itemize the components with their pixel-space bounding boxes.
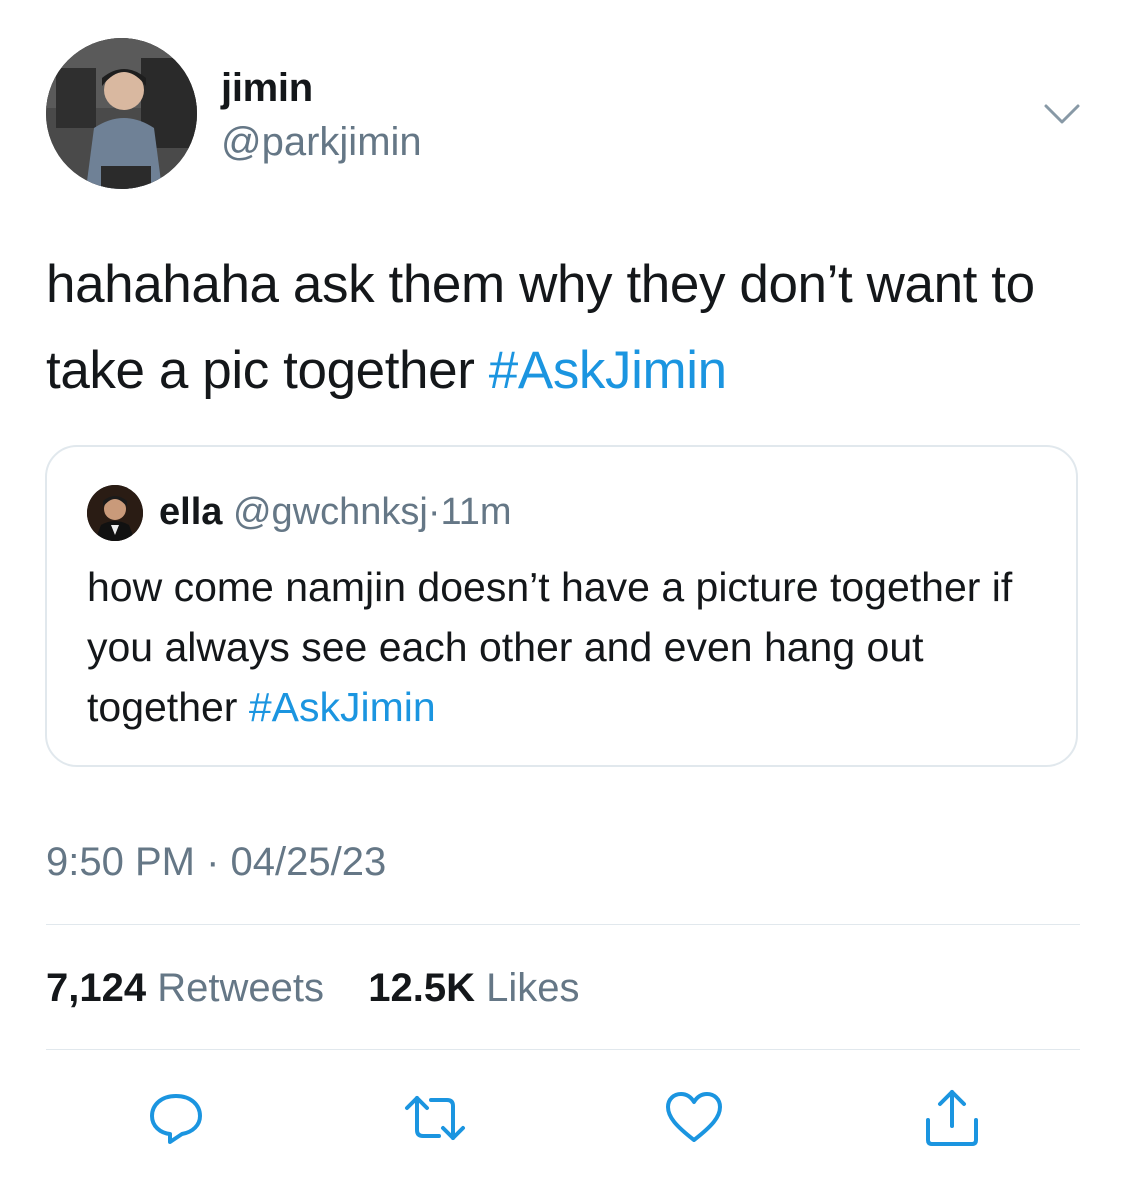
retweets-count: 7,124 (46, 966, 147, 1010)
share-icon[interactable] (920, 1086, 984, 1150)
quoted-text: how come namjin doesn’t have a picture t… (87, 557, 1047, 737)
quoted-tweet[interactable]: ella @gwchnksj·11m how come namjin doesn… (45, 445, 1078, 767)
quoted-handle: @gwchnksj (232, 491, 428, 533)
retweets-label: Retweets (157, 966, 324, 1010)
retweet-icon[interactable] (403, 1086, 467, 1150)
author-handle[interactable]: @parkjimin (221, 118, 422, 166)
quoted-separator: · (427, 491, 441, 533)
author-avatar[interactable] (46, 38, 197, 189)
quoted-display-name: ella (159, 491, 223, 533)
tweet-timestamp: 9:50 PM · 04/25/23 (46, 840, 387, 884)
divider (46, 924, 1080, 925)
quoted-time: 11m (440, 491, 512, 533)
tweet-hashtag[interactable]: #AskJimin (489, 341, 727, 400)
quoted-header: ella @gwchnksj·11m (159, 487, 512, 537)
reply-icon[interactable] (144, 1086, 208, 1150)
likes-stat[interactable]: 12.5K Likes (368, 966, 579, 1010)
quoted-author-avatar (87, 485, 143, 541)
tweet-text: hahahaha ask them why they don’t want to… (46, 242, 1086, 414)
quoted-hashtag[interactable]: #AskJimin (249, 684, 436, 730)
tweet: jimin @parkjimin hahahaha ask them why t… (0, 0, 1125, 1183)
likes-label: Likes (486, 966, 580, 1010)
tweet-stats: 7,124 Retweets 12.5K Likes (46, 960, 580, 1016)
like-icon[interactable] (662, 1086, 726, 1150)
likes-count: 12.5K (368, 966, 475, 1010)
chevron-down-icon[interactable] (1040, 96, 1084, 132)
divider (46, 1049, 1080, 1050)
author-display-name[interactable]: jimin (221, 64, 313, 112)
quoted-body: how come namjin doesn’t have a picture t… (87, 564, 1013, 730)
retweets-stat[interactable]: 7,124 Retweets (46, 966, 335, 1010)
